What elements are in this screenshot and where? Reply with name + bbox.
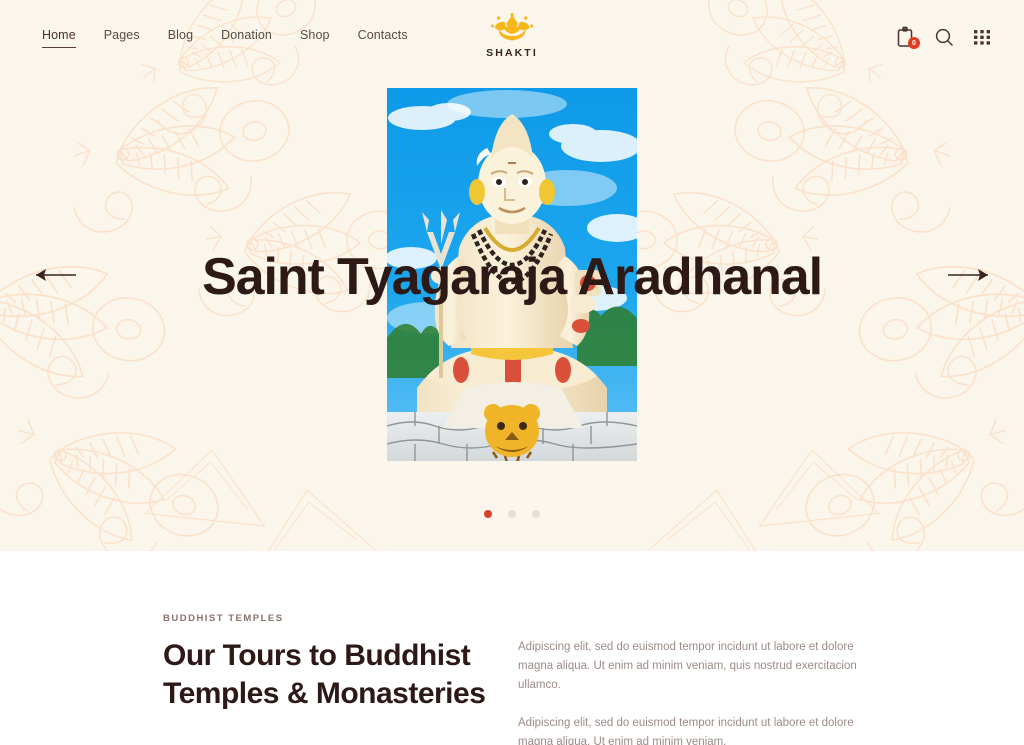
intro-heading: Our Tours to Buddhist Temples & Monaster… bbox=[163, 637, 518, 713]
intro-paragraph-1: Adipiscing elit, sed do euismod tempor i… bbox=[518, 641, 857, 691]
hero-section: Saint Tyagaraja Aradhanal Home Pages Blo… bbox=[0, 0, 1024, 551]
slider-next-arrow[interactable] bbox=[947, 264, 991, 286]
nav-item-shop[interactable]: Shop bbox=[300, 28, 330, 47]
slider-dot-1[interactable] bbox=[484, 510, 492, 518]
intro-eyebrow-label: BUDDHIST TEMPLES bbox=[163, 613, 284, 624]
grid-menu-icon[interactable] bbox=[972, 26, 992, 48]
intro-section: BUDDHIST TEMPLES Our Tours to Buddhist T… bbox=[0, 551, 1024, 745]
nav-item-blog[interactable]: Blog bbox=[168, 28, 193, 47]
intro-paragraph-2: Adipiscing elit, sed do euismod tempor i… bbox=[518, 717, 854, 745]
lotus-icon bbox=[489, 13, 535, 43]
site-header: Home Pages Blog Donation Shop Contacts S… bbox=[0, 0, 1024, 72]
intro-heading-line-2: Temples & Monasteries bbox=[163, 677, 486, 710]
slider-title: Saint Tyagaraja Aradhanal bbox=[202, 248, 823, 306]
intro-heading-line-1: Our Tours to Buddhist bbox=[163, 639, 471, 672]
nav-item-donation[interactable]: Donation bbox=[221, 28, 272, 47]
brand-name: SHAKTI bbox=[486, 47, 538, 59]
nav-item-contacts[interactable]: Contacts bbox=[358, 28, 408, 47]
slider-dot-2[interactable] bbox=[508, 510, 516, 518]
slider-prev-arrow[interactable] bbox=[33, 264, 77, 286]
main-navigation: Home Pages Blog Donation Shop Contacts bbox=[42, 28, 408, 48]
slider-pagination-dots bbox=[0, 510, 1024, 518]
search-icon[interactable] bbox=[934, 26, 954, 48]
cart-badge-count: 0 bbox=[908, 37, 920, 49]
intro-right-column: Adipiscing elit, sed do euismod tempor i… bbox=[518, 613, 875, 745]
intro-content: BUDDHIST TEMPLES Our Tours to Buddhist T… bbox=[163, 613, 875, 745]
header-actions: 0 bbox=[896, 26, 992, 49]
page-root: Saint Tyagaraja Aradhanal Home Pages Blo… bbox=[0, 0, 1024, 745]
nav-item-pages[interactable]: Pages bbox=[104, 28, 140, 47]
slider-dot-3[interactable] bbox=[532, 510, 540, 518]
shopping-bag-icon[interactable]: 0 bbox=[896, 26, 920, 49]
site-logo[interactable]: SHAKTI bbox=[486, 13, 538, 59]
nav-item-home[interactable]: Home bbox=[42, 28, 76, 48]
intro-left-column: BUDDHIST TEMPLES Our Tours to Buddhist T… bbox=[163, 613, 518, 745]
